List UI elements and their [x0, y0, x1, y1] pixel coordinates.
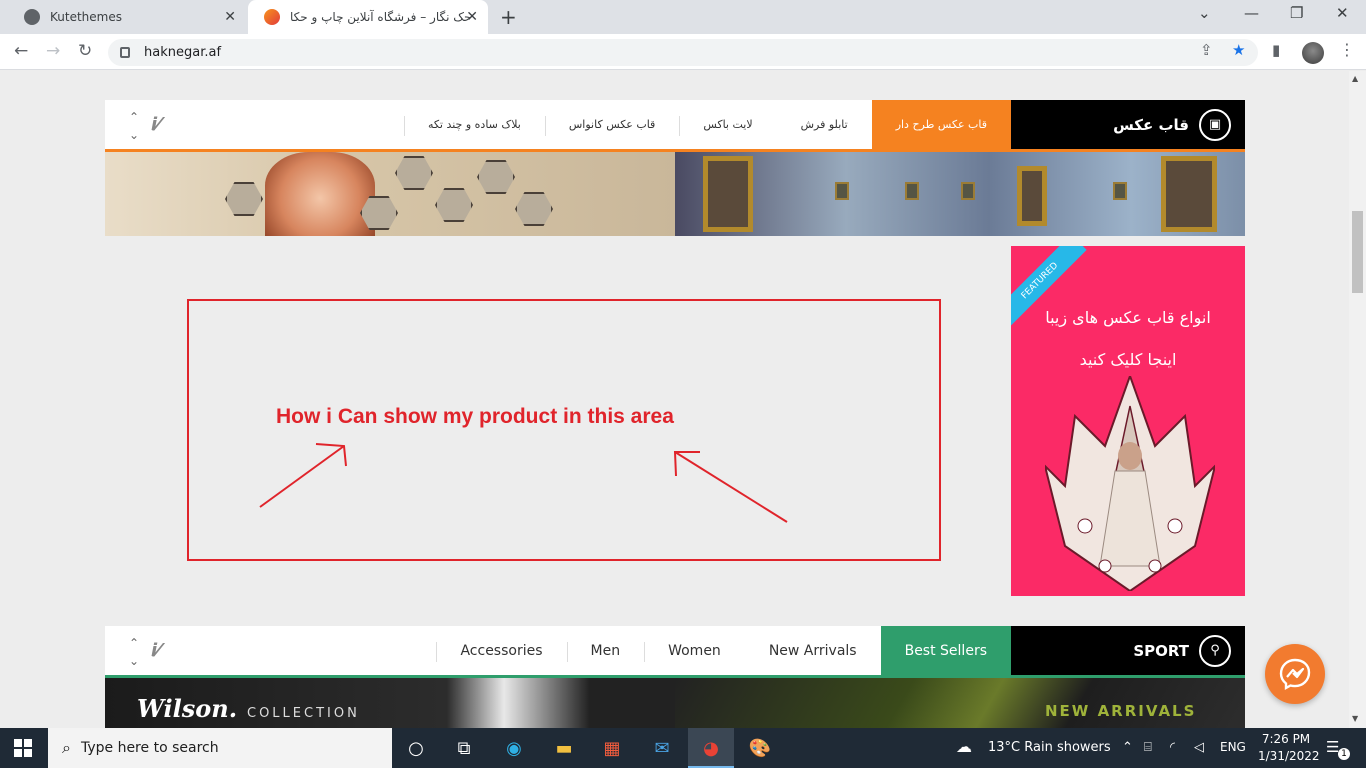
tab-title: حک نگار – فرشگاه آنلاین چاپ و حکا: [290, 10, 472, 24]
tab-title: Kutethemes: [50, 10, 122, 24]
clock-date: 1/31/2022: [1258, 749, 1320, 763]
lock-icon: [120, 47, 130, 58]
mail-icon[interactable]: ✉: [650, 736, 674, 760]
tab-men[interactable]: Men: [566, 626, 645, 675]
tab-lightbox[interactable]: لایت باکس: [679, 100, 776, 149]
back-icon[interactable]: ←: [14, 41, 28, 61]
bookmark-star-icon[interactable]: ★: [1232, 41, 1245, 59]
tab-close-icon[interactable]: ✕: [466, 9, 478, 25]
share-icon[interactable]: ⇪: [1200, 41, 1213, 59]
category-title-frames[interactable]: قاب عکس ▣: [1011, 100, 1245, 149]
url-text: haknegar.af: [144, 45, 222, 60]
network-icon[interactable]: ⌸: [1144, 740, 1152, 755]
paint-icon[interactable]: 🎨: [748, 736, 772, 760]
promo-card[interactable]: FEATURED انواع قاب عکس های زیبا اینجا کل…: [1011, 246, 1245, 596]
taskbar-search[interactable]: ⌕ Type here to search: [48, 728, 392, 768]
menu-kebab-icon[interactable]: ⋮: [1339, 40, 1355, 59]
banner-wilson[interactable]: Wilson. COLLECTION: [105, 678, 675, 728]
clock-time: 7:26 PM: [1261, 732, 1311, 746]
messenger-icon: [1279, 658, 1311, 691]
category-bar-sport: ⌃ ⌄ i⁄ Best Sellers New Arrivals Women Me…: [105, 626, 1245, 678]
portrait-image: [265, 152, 375, 236]
volume-icon[interactable]: ◁: [1194, 740, 1204, 755]
category-tabs: قاب عکس طرح دار تابلو فرش لایت باکس قاب …: [403, 100, 1011, 149]
site-favicon-icon: [264, 9, 280, 25]
promo-line2: اینجا کلیک کنید: [1079, 350, 1177, 369]
search-icon: ⌕: [62, 738, 71, 757]
bicycle-icon: ⚲: [1199, 634, 1231, 667]
tray-chevron-icon[interactable]: ⌃: [1122, 740, 1133, 755]
category-bar-frames: ⌃ ⌄ i⁄ قاب عکس طرح دار تابلو فرش لایت باک…: [105, 100, 1245, 152]
minimize-button[interactable]: —: [1244, 4, 1259, 22]
category-label: قاب عکس: [1113, 115, 1189, 134]
chrome-icon[interactable]: ◕: [699, 736, 723, 760]
taskbar-clock[interactable]: 7:26 PM 1/31/2022: [1258, 731, 1320, 765]
lotus-frame-image: [1045, 376, 1215, 591]
sport-tabs: Best Sellers New Arrivals Women Men Acce…: [436, 626, 1011, 675]
promo-line1: انواع قاب عکس های زیبا: [1045, 308, 1211, 327]
messenger-chat-button[interactable]: [1265, 644, 1325, 704]
annotation-text: How i Can show my product in this area: [276, 405, 674, 428]
scrollbar-thumb[interactable]: [1352, 211, 1363, 293]
restore-button[interactable]: ❐: [1290, 4, 1303, 22]
browser-toolbar: ← → ↻ haknegar.af ⇪ ★ ▮: [0, 34, 1366, 70]
page-scrollbar[interactable]: [1349, 71, 1366, 728]
scroll-up-icon[interactable]: ▲: [1352, 74, 1358, 83]
category-title-sport[interactable]: SPORT ⚲: [1011, 626, 1245, 675]
notification-count: 1: [1338, 748, 1350, 760]
tab-best-sellers[interactable]: Best Sellers: [880, 626, 1011, 675]
tab-canvas-frame[interactable]: قاب عکس کانواس: [544, 100, 679, 149]
tab-women[interactable]: Women: [644, 626, 745, 675]
tab-block-frames[interactable]: بلاک ساده و چند تکه: [403, 100, 545, 149]
wifi-icon[interactable]: ◜: [1170, 740, 1175, 755]
new-arrivals-label: NEW ARRIVALS: [1045, 702, 1197, 720]
new-tab-button[interactable]: +: [500, 5, 517, 29]
brand-mark-icon: i⁄: [151, 114, 161, 135]
tab-new-arrivals[interactable]: New Arrivals: [745, 626, 881, 675]
tab-patterned-frames[interactable]: قاب عکس طرح دار: [871, 100, 1011, 149]
updown-arrows-icon[interactable]: ⌃ ⌄: [127, 634, 141, 670]
weather-icon[interactable]: ☁: [956, 737, 972, 756]
tab-carpet-painting[interactable]: تابلو فرش: [777, 100, 872, 149]
banner-gallery[interactable]: [675, 152, 1245, 236]
language-indicator[interactable]: ENG: [1220, 740, 1246, 754]
updown-arrows-icon[interactable]: ⌃ ⌄: [127, 108, 141, 144]
side-panel-icon[interactable]: ▮: [1272, 41, 1280, 59]
close-window-button[interactable]: ✕: [1336, 4, 1349, 22]
store-icon[interactable]: ▦: [600, 736, 624, 760]
windows-start-icon[interactable]: [14, 739, 32, 757]
banner-hexagon-portrait[interactable]: [105, 152, 675, 236]
category-label: SPORT: [1133, 641, 1189, 660]
address-bar[interactable]: haknegar.af: [108, 39, 1258, 66]
profile-avatar[interactable]: [1302, 42, 1324, 64]
tab-close-icon[interactable]: ✕: [224, 9, 236, 25]
forward-icon[interactable]: →: [46, 41, 60, 61]
browser-tabstrip: Kutethemes ✕ حک نگار – فرشگاه آنلاین چاپ…: [0, 0, 1366, 34]
search-placeholder: Type here to search: [80, 740, 219, 756]
globe-icon: [24, 9, 40, 25]
cortana-icon[interactable]: ○: [404, 736, 428, 760]
edge-icon[interactable]: ◉: [502, 736, 526, 760]
scroll-down-icon[interactable]: ▼: [1352, 714, 1358, 723]
file-explorer-icon[interactable]: ▬: [552, 736, 576, 760]
image-icon: ▣: [1199, 108, 1231, 141]
tab-accessories[interactable]: Accessories: [436, 626, 566, 675]
browser-tab-kutethemes[interactable]: Kutethemes ✕: [8, 0, 246, 34]
weather-text[interactable]: 13°C Rain showers: [988, 740, 1111, 755]
banner-new-arrivals[interactable]: NEW ARRIVALS: [675, 678, 1245, 728]
reload-icon[interactable]: ↻: [78, 41, 92, 61]
collection-label: COLLECTION: [247, 706, 360, 721]
tab-search-icon[interactable]: ⌄: [1198, 4, 1211, 22]
wilson-logo: Wilson.: [137, 694, 238, 723]
annotation-box: [187, 299, 941, 561]
brand-mark-icon: i⁄: [151, 640, 161, 661]
browser-tab-haknegar[interactable]: حک نگار – فرشگاه آنلاین چاپ و حکا ✕: [248, 0, 488, 34]
task-view-icon[interactable]: ⧉: [452, 736, 476, 760]
